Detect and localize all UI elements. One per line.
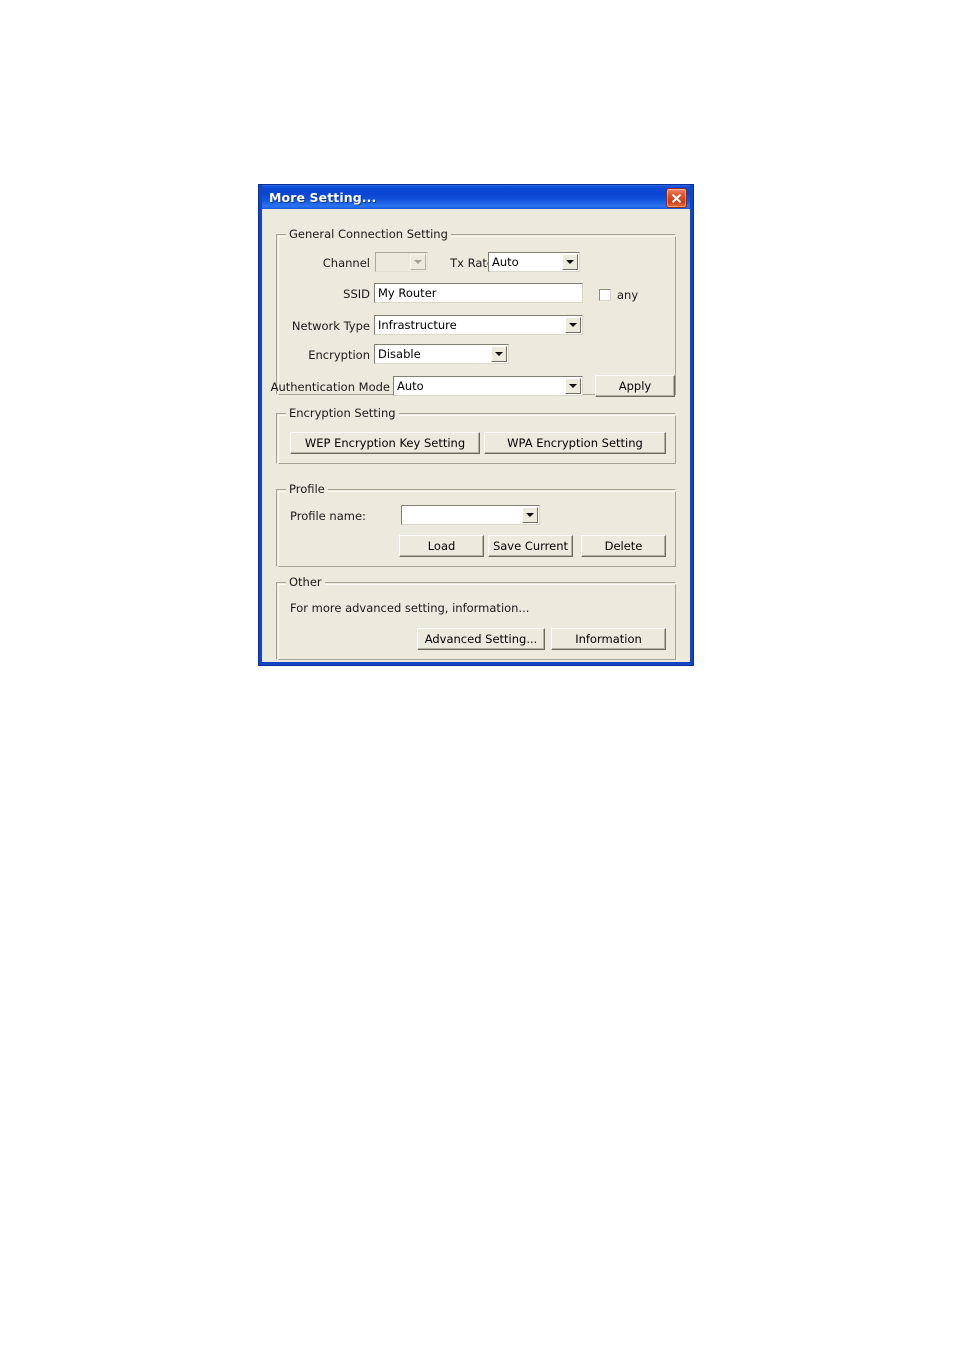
dialog-client-area: General Connection Setting Channel Tx Ra… <box>262 209 690 662</box>
encryption-select[interactable]: Disable <box>374 344 509 364</box>
wep-encryption-key-setting-button[interactable]: WEP Encryption Key Setting <box>290 432 480 454</box>
close-icon <box>672 193 681 203</box>
advanced-setting-button[interactable]: Advanced Setting... <box>417 628 545 650</box>
network-type-value: Infrastructure <box>378 318 457 332</box>
delete-button[interactable]: Delete <box>581 535 666 557</box>
other-description: For more advanced setting, information..… <box>290 601 530 615</box>
network-type-chevron-down-icon[interactable] <box>565 317 581 333</box>
dialog-titlebar[interactable]: More Setting... <box>262 185 690 209</box>
authentication-mode-label: Authentication Mode <box>270 380 390 394</box>
close-button[interactable] <box>666 188 687 208</box>
profile-name-select[interactable] <box>401 505 540 525</box>
channel-value <box>376 253 410 271</box>
information-button[interactable]: Information <box>551 628 666 650</box>
channel-chevron-down-icon[interactable] <box>410 254 426 270</box>
save-current-button[interactable]: Save Current <box>488 535 573 557</box>
more-setting-dialog: More Setting... General Connection Setti… <box>258 184 694 666</box>
tx-rate-value: Auto <box>492 255 519 269</box>
ssid-label: SSID <box>343 287 370 301</box>
any-checkbox-box[interactable] <box>599 289 611 301</box>
network-type-select[interactable]: Infrastructure <box>374 315 583 335</box>
apply-button[interactable]: Apply <box>595 375 675 397</box>
authentication-mode-chevron-down-icon[interactable] <box>565 378 581 394</box>
channel-label: Channel <box>322 256 370 270</box>
group-title-encryption: Encryption Setting <box>286 406 399 420</box>
dialog-title: More Setting... <box>269 189 377 205</box>
authentication-mode-select[interactable]: Auto <box>393 376 583 396</box>
any-checkbox[interactable]: any <box>599 288 638 302</box>
profile-name-label: Profile name: <box>290 509 366 523</box>
group-title-general: General Connection Setting <box>286 227 451 241</box>
load-button[interactable]: Load <box>399 535 484 557</box>
ssid-input[interactable]: My Router <box>374 283 583 303</box>
page-canvas: More Setting... General Connection Setti… <box>0 0 954 1351</box>
encryption-label: Encryption <box>308 348 370 362</box>
group-title-profile: Profile <box>286 482 328 496</box>
wpa-encryption-setting-button[interactable]: WPA Encryption Setting <box>484 432 666 454</box>
profile-name-chevron-down-icon[interactable] <box>522 507 538 523</box>
tx-rate-chevron-down-icon[interactable] <box>562 254 578 270</box>
network-type-label: Network Type <box>291 319 370 333</box>
tx-rate-select[interactable]: Auto <box>488 252 580 272</box>
profile-name-value <box>402 506 522 524</box>
encryption-chevron-down-icon[interactable] <box>491 346 507 362</box>
any-checkbox-label: any <box>617 288 639 302</box>
encryption-value: Disable <box>378 347 421 361</box>
channel-select[interactable] <box>375 252 428 272</box>
group-title-other: Other <box>286 575 325 589</box>
tx-rate-label: Tx Rate <box>450 256 494 270</box>
authentication-mode-value: Auto <box>397 379 424 393</box>
